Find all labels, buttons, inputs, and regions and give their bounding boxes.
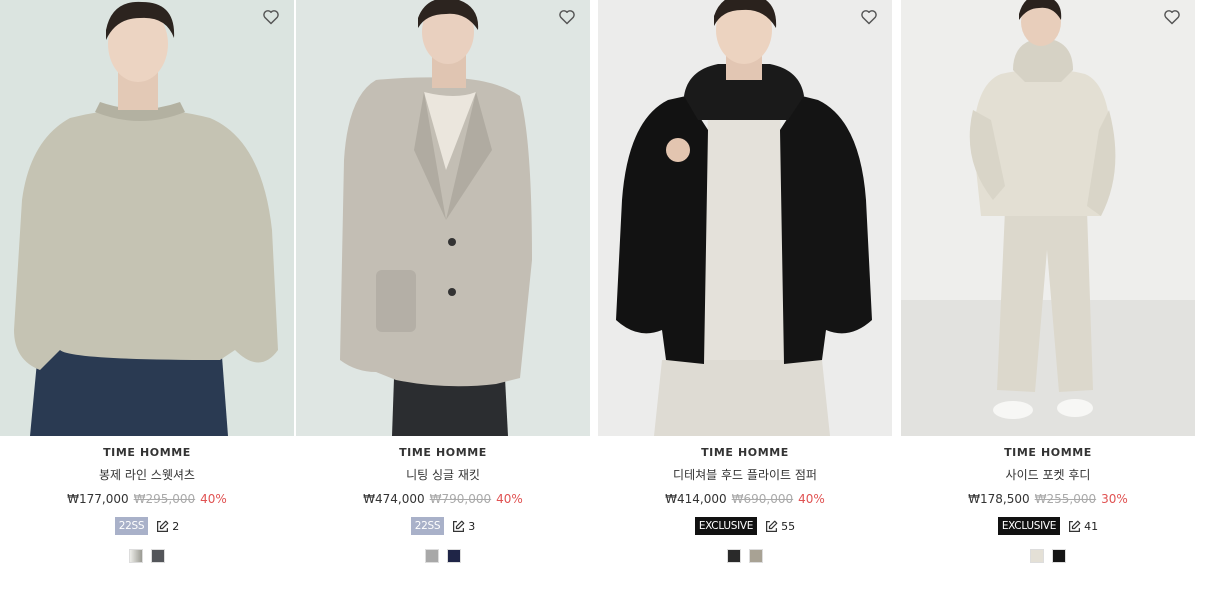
color-swatches [296,549,590,563]
color-swatch[interactable] [447,549,461,563]
review-count-value: 2 [172,519,180,533]
brand-name[interactable]: TIME HOMME [296,446,590,459]
product-name[interactable]: 니팅 싱글 재킷 [296,466,590,483]
heart-icon[interactable] [558,9,576,25]
color-swatch[interactable] [1052,549,1066,563]
price-row: ₩474,000 ₩790,000 40% [296,492,590,506]
color-swatches [901,549,1195,563]
season-badge: 22SS [114,517,149,535]
product-meta: 22SS 3 [296,517,590,535]
product-card[interactable]: TIME HOMME 봉제 라인 스웻셔츠 ₩177,000 ₩295,000 40… [0,0,294,600]
color-swatch[interactable] [1030,549,1044,563]
product-image[interactable] [0,0,294,436]
price-row: ₩177,000 ₩295,000 40% [0,492,294,506]
review-count[interactable]: 55 [765,520,795,533]
original-price: ₩790,000 [429,492,492,506]
sale-price: ₩414,000 [665,492,727,506]
product-image[interactable] [901,0,1195,436]
product-image[interactable] [598,0,892,436]
discount-rate: 30% [1101,492,1128,506]
price-row: ₩178,500 ₩255,000 30% [901,492,1195,506]
review-count-value: 3 [468,519,476,533]
product-name[interactable]: 봉제 라인 스웻셔츠 [0,466,294,483]
exclusive-badge: EXCLUSIVE [694,517,758,535]
color-swatch[interactable] [129,549,143,563]
heart-icon[interactable] [1163,9,1181,25]
heart-icon[interactable] [262,9,280,25]
product-card[interactable]: TIME HOMME 사이드 포켓 후디 ₩178,500 ₩255,000 30%… [901,0,1195,600]
brand-name[interactable]: TIME HOMME [901,446,1195,459]
sale-price: ₩474,000 [363,492,425,506]
edit-icon [453,520,465,532]
review-count[interactable]: 3 [452,520,475,533]
review-count[interactable]: 2 [156,520,179,533]
price-row: ₩414,000 ₩690,000 40% [598,492,892,506]
color-swatch[interactable] [425,549,439,563]
discount-rate: 40% [496,492,523,506]
season-badge: 22SS [410,517,445,535]
original-price: ₩255,000 [1034,492,1097,506]
sale-price: ₩177,000 [67,492,129,506]
edit-icon [1069,520,1081,532]
brand-name[interactable]: TIME HOMME [598,446,892,459]
discount-rate: 40% [200,492,227,506]
product-name[interactable]: 디테쳐블 후드 플라이트 점퍼 [598,466,892,483]
brand-name[interactable]: TIME HOMME [0,446,294,459]
product-grid: TIME HOMME 봉제 라인 스웻셔츠 ₩177,000 ₩295,000 40… [0,0,1210,600]
color-swatch[interactable] [151,549,165,563]
color-swatches [0,549,294,563]
product-card[interactable]: TIME HOMME 디테쳐블 후드 플라이트 점퍼 ₩414,000 ₩690,… [598,0,892,600]
product-name[interactable]: 사이드 포켓 후디 [901,466,1195,483]
product-card[interactable]: TIME HOMME 니팅 싱글 재킷 ₩474,000 ₩790,000 40% … [296,0,590,600]
color-swatch[interactable] [749,549,763,563]
edit-icon [766,520,778,532]
heart-icon[interactable] [860,9,878,25]
product-meta: EXCLUSIVE 55 [598,517,892,535]
product-meta: 22SS 2 [0,517,294,535]
review-count[interactable]: 41 [1068,520,1098,533]
edit-icon [157,520,169,532]
product-image[interactable] [296,0,590,436]
color-swatch[interactable] [727,549,741,563]
original-price: ₩295,000 [133,492,196,506]
exclusive-badge: EXCLUSIVE [997,517,1061,535]
color-swatches [598,549,892,563]
review-count-value: 55 [781,519,796,533]
discount-rate: 40% [798,492,825,506]
sale-price: ₩178,500 [968,492,1030,506]
review-count-value: 41 [1084,519,1099,533]
product-meta: EXCLUSIVE 41 [901,517,1195,535]
original-price: ₩690,000 [731,492,794,506]
